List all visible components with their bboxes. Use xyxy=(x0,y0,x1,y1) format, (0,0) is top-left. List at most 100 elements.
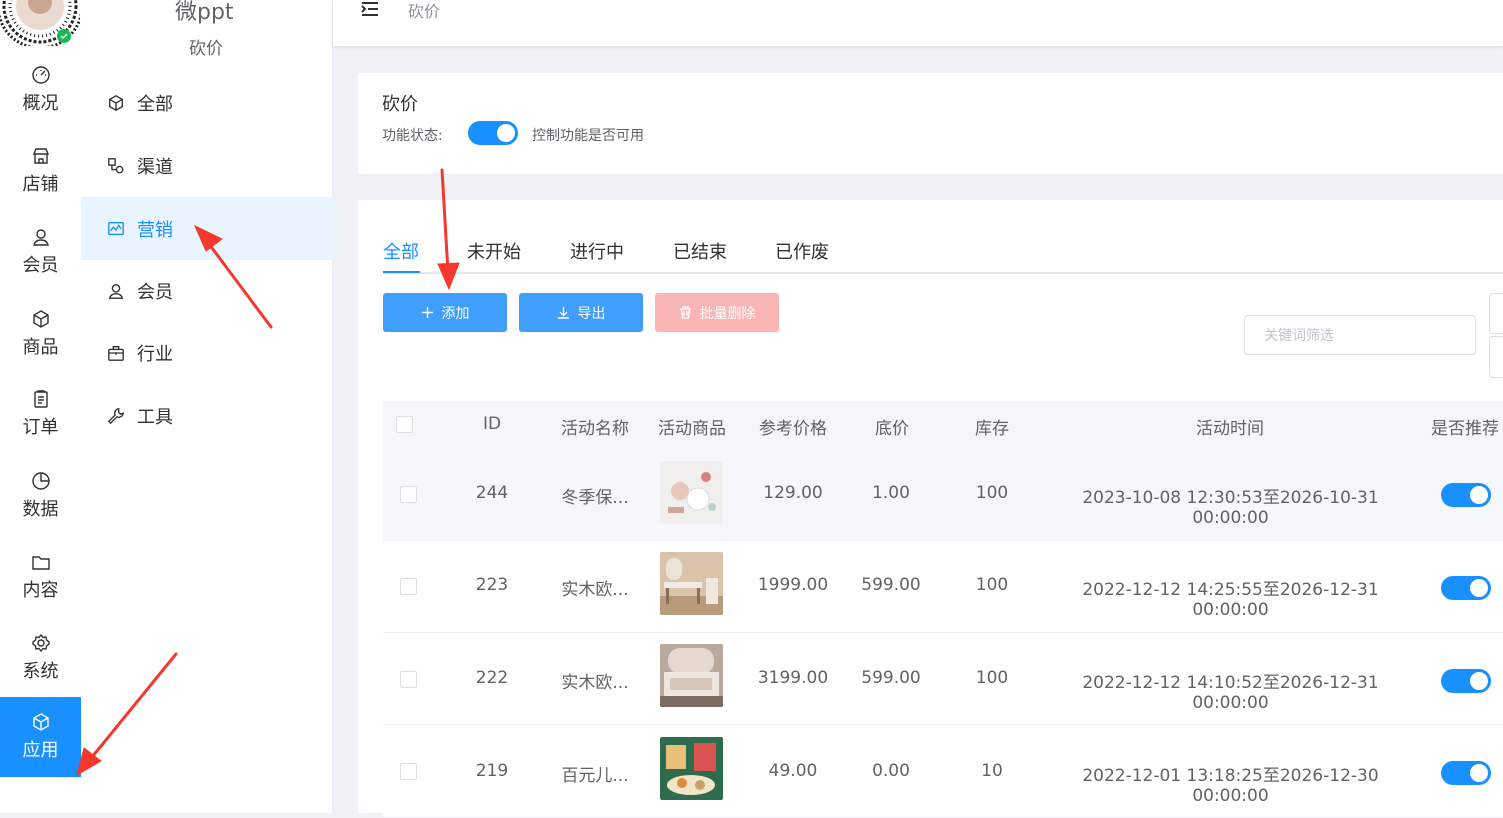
table-row[interactable]: 219 百元儿... 49.00 0.00 10 2022-12-01 13:1… xyxy=(383,726,1503,818)
channel-icon xyxy=(108,157,124,173)
feature-status-desc: 控制功能是否可用 xyxy=(532,128,644,144)
tab-ended[interactable]: 已结束 xyxy=(673,238,727,264)
row-activity-name: 百元儿... xyxy=(561,766,629,786)
recommend-switch[interactable] xyxy=(1441,483,1491,507)
rail-item-label: 数据 xyxy=(22,499,59,520)
rail-item-members[interactable]: 会员 xyxy=(0,212,81,292)
row-activity-time: 2022-12-12 14:10:52至2026-12-31 00:00:00 xyxy=(1082,673,1379,713)
row-id: 219 xyxy=(475,761,509,781)
side-tool-button[interactable] xyxy=(1489,336,1503,378)
cube-icon xyxy=(109,94,123,111)
download-icon xyxy=(557,307,569,319)
gear-icon xyxy=(31,633,50,653)
product-thumbnail xyxy=(660,737,723,800)
rail-item-content[interactable]: 内容 xyxy=(0,537,81,617)
rail-item-products[interactable]: 商品 xyxy=(0,294,81,374)
app-name: 微ppt xyxy=(175,0,234,25)
app-submenu: 微ppt 砍价 全部 渠道 营销 会员 行业 工具 xyxy=(81,0,333,813)
row-stock: 10 xyxy=(981,761,1003,781)
col-recommended: 是否推荐 xyxy=(1431,419,1499,439)
clipboard-icon xyxy=(33,390,48,408)
top-header: 砍价 xyxy=(333,0,1503,46)
feature-title: 砍价 xyxy=(382,94,418,115)
row-checkbox[interactable] xyxy=(400,671,417,688)
wrench-icon xyxy=(107,407,124,424)
app-subtitle: 砍价 xyxy=(189,39,223,59)
feature-status-switch[interactable] xyxy=(468,121,518,145)
row-activity-name: 实木欧... xyxy=(561,580,629,600)
row-stock: 100 xyxy=(975,668,1009,688)
col-floor-price: 底价 xyxy=(875,419,909,439)
row-activity-time: 2022-12-12 14:25:55至2026-12-31 00:00:00 xyxy=(1082,580,1379,620)
rail-item-overview[interactable]: 概况 xyxy=(0,50,81,130)
table-row[interactable]: 223 实木欧... 1999.00 599.00 100 2022-12-12… xyxy=(383,541,1503,633)
feature-status-label: 功能状态: xyxy=(382,128,443,144)
export-button[interactable]: 导出 xyxy=(519,293,643,332)
row-checkbox[interactable] xyxy=(400,578,417,595)
row-stock: 100 xyxy=(975,483,1009,503)
plus-icon xyxy=(421,307,433,318)
recommend-switch[interactable] xyxy=(1441,669,1491,693)
dashboard-icon xyxy=(31,66,50,84)
rail-item-apps[interactable]: 应用 xyxy=(0,697,81,777)
col-activity-time: 活动时间 xyxy=(1196,419,1264,439)
tab-not-started[interactable]: 未开始 xyxy=(467,238,521,264)
rail-item-data[interactable]: 数据 xyxy=(0,456,81,536)
breadcrumb: 砍价 xyxy=(408,2,441,21)
submenu-item-channel[interactable]: 渠道 xyxy=(81,134,333,197)
rail-item-label: 店铺 xyxy=(22,174,59,195)
submenu-item-label: 工具 xyxy=(137,406,173,428)
recommend-switch[interactable] xyxy=(1441,576,1491,600)
main-nav-rail: 概况 店铺 会员 商品 订单 数据 内容 系统 应用 xyxy=(0,0,81,813)
row-checkbox[interactable] xyxy=(400,763,417,780)
submenu-item-marketing[interactable]: 营销 xyxy=(81,197,333,260)
activity-list-card: 全部 未开始 进行中 已结束 已作废 添加 导出 批量删除 关键词筛选 ID 活… xyxy=(358,200,1503,818)
submenu-item-label: 营销 xyxy=(137,219,173,241)
table-row[interactable]: 244 冬季保... 129.00 1.00 100 2023-10-08 12… xyxy=(383,449,1503,541)
tab-all[interactable]: 全部 xyxy=(383,238,419,264)
batch-delete-button[interactable]: 批量删除 xyxy=(655,293,779,332)
batch-delete-label: 批量删除 xyxy=(699,305,756,322)
product-thumbnail xyxy=(660,461,723,524)
row-floor-price: 599.00 xyxy=(861,575,921,595)
cube-icon xyxy=(32,713,49,731)
row-id: 223 xyxy=(475,575,509,595)
tab-voided[interactable]: 已作废 xyxy=(775,238,829,264)
product-thumbnail xyxy=(660,644,723,707)
col-activity-name: 活动名称 xyxy=(561,419,629,439)
col-reference-price: 参考价格 xyxy=(759,419,827,439)
recommend-switch[interactable] xyxy=(1441,761,1491,785)
rail-item-label: 应用 xyxy=(22,740,59,761)
table-row[interactable]: 222 实木欧... 3199.00 599.00 100 2022-12-12… xyxy=(383,633,1503,725)
box-icon xyxy=(32,310,49,328)
submenu-item-label: 行业 xyxy=(137,343,173,365)
feature-status-card: 砍价 功能状态: 控制功能是否可用 xyxy=(358,73,1503,174)
submenu-item-all[interactable]: 全部 xyxy=(81,71,333,134)
col-activity-product: 活动商品 xyxy=(658,419,726,439)
add-button[interactable]: 添加 xyxy=(383,293,507,332)
submenu-item-tools[interactable]: 工具 xyxy=(81,384,333,447)
menu-fold-icon[interactable] xyxy=(360,0,380,18)
row-checkbox[interactable] xyxy=(400,486,417,503)
row-reference-price: 3199.00 xyxy=(757,668,829,688)
rail-item-system[interactable]: 系统 xyxy=(0,618,81,698)
side-tool-button[interactable] xyxy=(1489,293,1503,334)
submenu-item-members[interactable]: 会员 xyxy=(81,259,333,322)
submenu-item-industry[interactable]: 行业 xyxy=(81,321,333,384)
rail-item-shop[interactable]: 店铺 xyxy=(0,131,81,211)
select-all-checkbox[interactable] xyxy=(396,416,413,433)
row-activity-time: 2022-12-01 13:18:25至2026-12-30 00:00:00 xyxy=(1082,766,1379,806)
folder-icon xyxy=(31,556,50,570)
row-reference-price: 1999.00 xyxy=(757,575,829,595)
export-button-label: 导出 xyxy=(577,305,606,322)
keyword-filter-input[interactable]: 关键词筛选 xyxy=(1244,315,1476,355)
product-thumbnail xyxy=(660,552,723,615)
rail-item-label: 系统 xyxy=(22,661,59,682)
rail-item-orders[interactable]: 订单 xyxy=(0,374,81,454)
row-floor-price: 599.00 xyxy=(861,668,921,688)
tab-active-indicator xyxy=(383,271,420,273)
tab-in-progress[interactable]: 进行中 xyxy=(570,238,624,264)
mini-program-qr-code xyxy=(0,0,80,46)
row-reference-price: 49.00 xyxy=(768,761,818,781)
row-reference-price: 129.00 xyxy=(763,483,823,503)
